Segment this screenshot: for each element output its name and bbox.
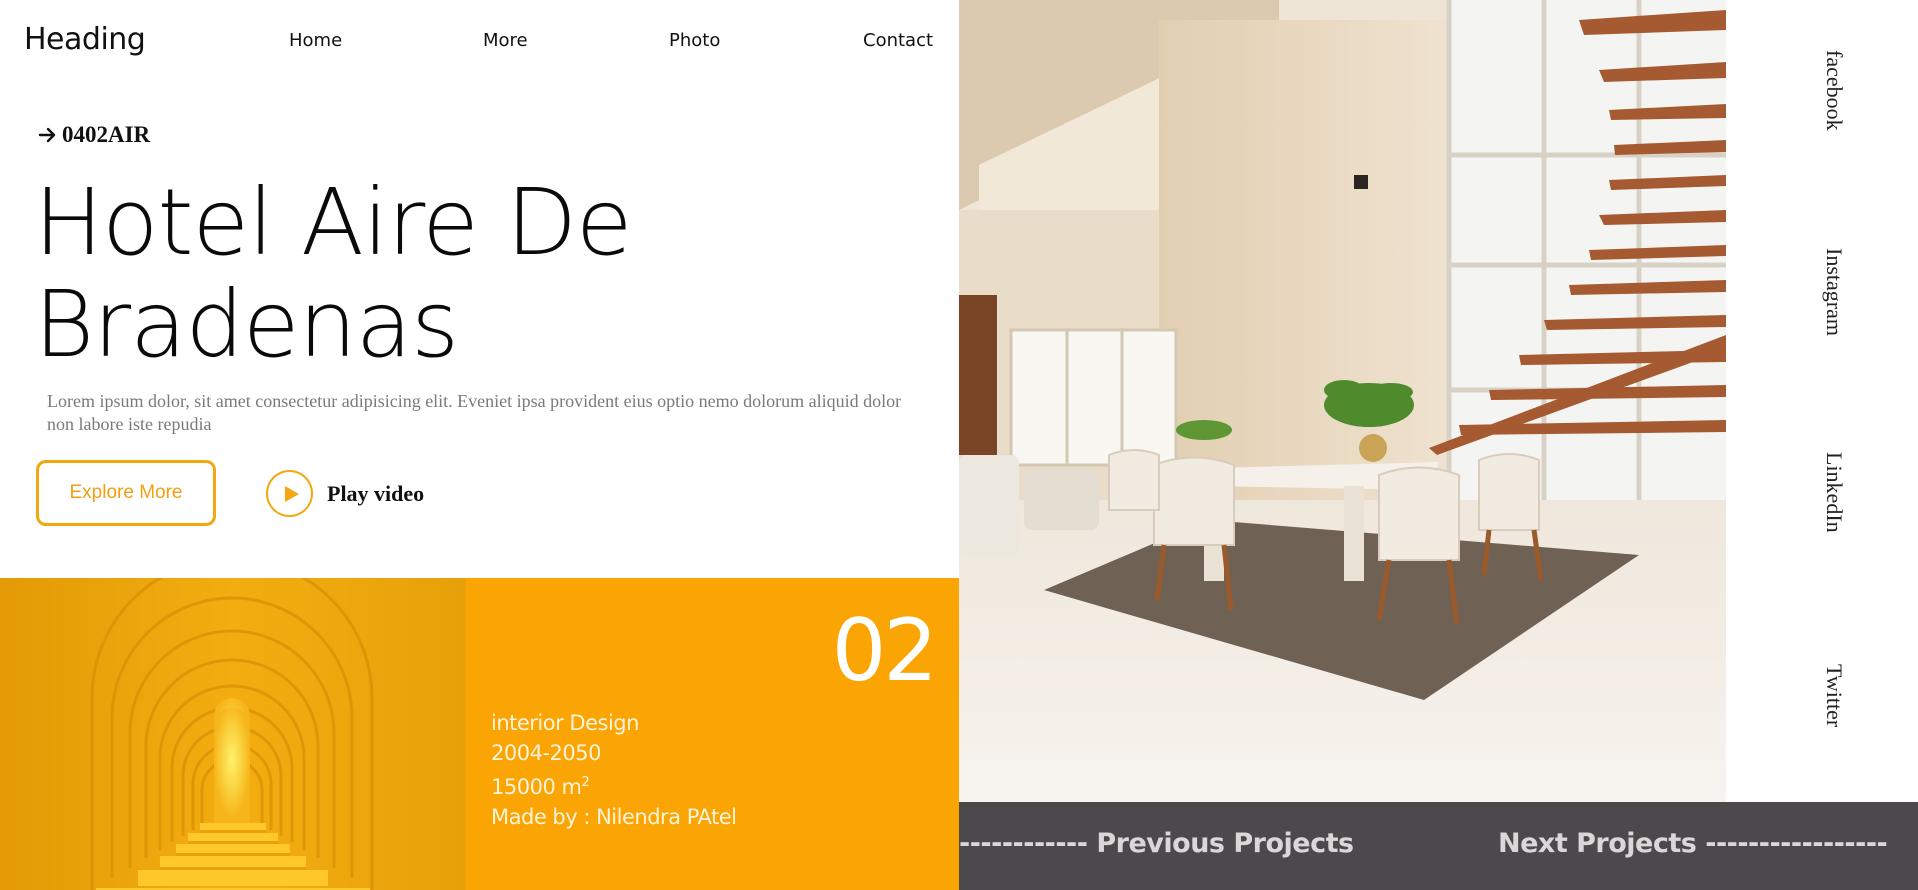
- previous-projects-link[interactable]: ------------ Previous Projects: [959, 828, 1354, 859]
- title-line-2: Bradenas: [34, 271, 459, 378]
- projects-nav-bar: ------------ Previous Projects Next Proj…: [959, 802, 1918, 890]
- interior-photo: [959, 0, 1726, 802]
- nav-more[interactable]: More: [483, 30, 528, 51]
- dining-room-illustration: [959, 0, 1726, 802]
- nav-home[interactable]: Home: [289, 30, 342, 51]
- social-twitter[interactable]: Twitter: [1821, 664, 1847, 727]
- project-area-value: 15000 m: [491, 775, 582, 799]
- explore-more-button[interactable]: Explore More: [36, 460, 216, 526]
- play-video-label[interactable]: Play video: [327, 481, 424, 507]
- left-panel: Heading Home More Photo Contact 0402AIR …: [0, 0, 959, 890]
- nav-contact[interactable]: Contact: [863, 30, 933, 51]
- social-links: facebook Instagram LinkedIn Twitter: [1726, 0, 1918, 802]
- project-area-unit: 2: [581, 775, 590, 790]
- play-video-button[interactable]: Play video: [266, 470, 424, 517]
- social-facebook[interactable]: facebook: [1821, 50, 1847, 131]
- social-linkedin[interactable]: LinkedIn: [1821, 452, 1847, 533]
- project-info-panel: 02 interior Design 2004-2050 15000 m2 Ma…: [466, 578, 959, 890]
- project-number: 02: [831, 601, 938, 701]
- project-facts: interior Design 2004-2050 15000 m2 Made …: [491, 708, 737, 832]
- nav-photo[interactable]: Photo: [669, 30, 720, 51]
- logo[interactable]: Heading: [24, 22, 146, 57]
- arch-corridor-image: [0, 578, 466, 890]
- arrow-right-icon: [38, 127, 56, 143]
- title-line-1: Hotel Aire De: [34, 169, 633, 276]
- arch-corridor-illustration: [0, 578, 466, 890]
- project-code-text: 0402AIR: [62, 122, 151, 147]
- project-area: 15000 m2: [491, 768, 737, 802]
- project-category: interior Design: [491, 711, 639, 735]
- next-projects-link[interactable]: Next Projects -----------------: [1498, 828, 1888, 859]
- project-author: Made by : Nilendra PAtel: [491, 805, 737, 829]
- page-title: Hotel Aire De Bradenas: [34, 172, 754, 376]
- social-instagram[interactable]: Instagram: [1821, 248, 1847, 336]
- hero-description: Lorem ipsum dolor, sit amet consectetur …: [47, 391, 902, 434]
- project-code: 0402AIR: [38, 122, 150, 148]
- project-years: 2004-2050: [491, 741, 601, 765]
- play-icon[interactable]: [266, 470, 313, 517]
